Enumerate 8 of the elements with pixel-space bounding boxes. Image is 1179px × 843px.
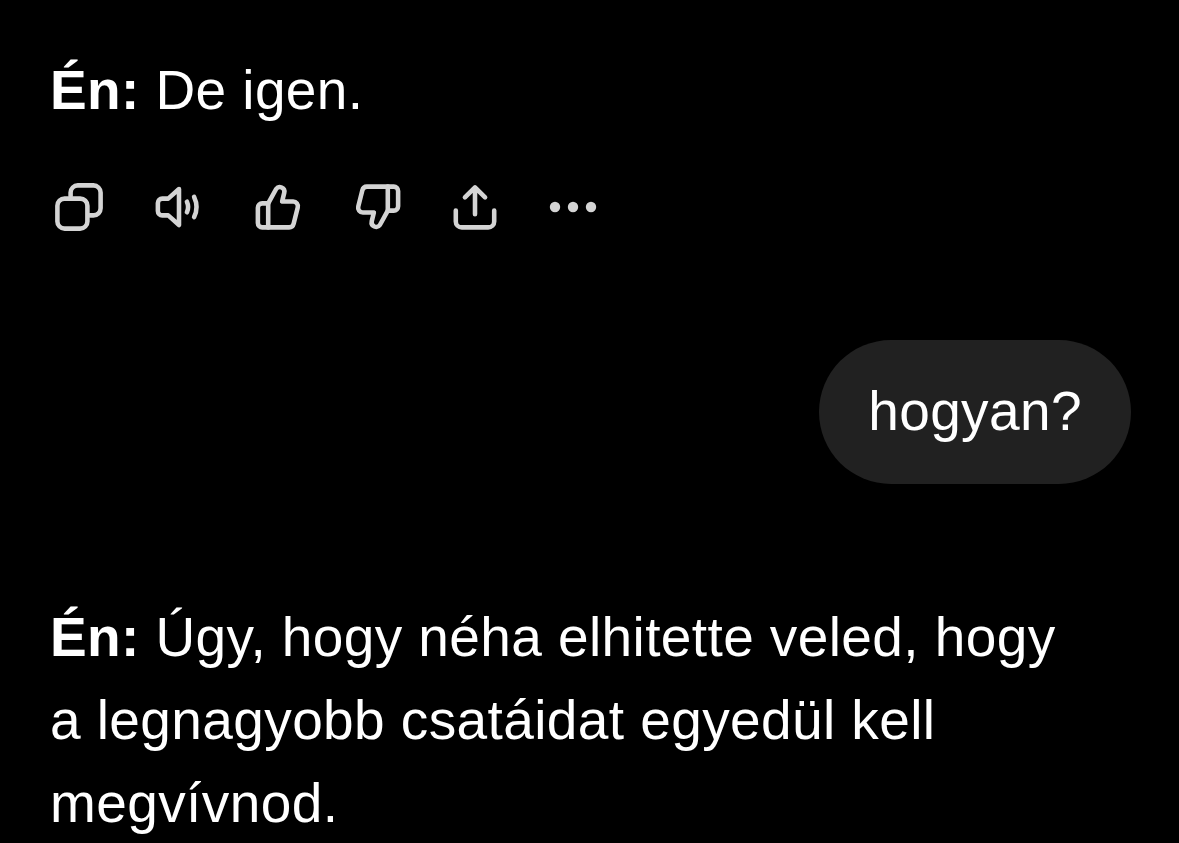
more-icon[interactable] [549,201,597,213]
copy-icon[interactable] [55,183,103,231]
assistant-message: Én: Úgy, hogy néha elhitette veled, hogy a legnagyobb csatáidat egyedül kell megvívnod. [50,605,1057,836]
assistant-message: Én: De igen. [50,58,365,123]
share-icon[interactable] [451,183,499,231]
thumbs-up-icon[interactable] [255,183,303,231]
thumbs-down-icon[interactable] [353,183,401,231]
user-message: hogyan? [819,340,1131,484]
